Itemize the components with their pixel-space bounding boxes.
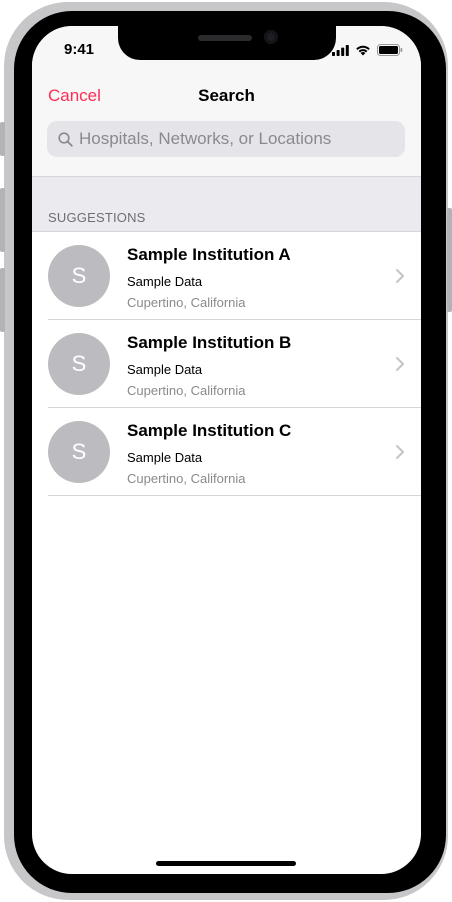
navigation-bar: Search Cancel	[32, 74, 421, 176]
speaker-grille	[198, 35, 252, 41]
avatar: S	[48, 245, 110, 307]
battery-icon	[377, 43, 403, 61]
section-header-label: SUGGESTIONS	[48, 210, 146, 225]
search-icon	[57, 131, 73, 147]
side-button	[447, 208, 452, 312]
institution-name: Sample Institution A	[127, 245, 291, 264]
avatar: S	[48, 421, 110, 483]
chevron-right-icon	[395, 268, 405, 284]
chevron-right-icon	[395, 356, 405, 372]
wifi-icon	[355, 43, 371, 61]
volume-down-button	[0, 268, 5, 332]
notch	[118, 26, 336, 60]
institution-location: Cupertino, California	[127, 471, 246, 486]
institution-name: Sample Institution C	[127, 421, 292, 440]
institution-subtitle: Sample Data	[127, 450, 203, 465]
institution-location: Cupertino, California	[127, 295, 246, 310]
chevron-right-icon	[395, 444, 405, 460]
institution-subtitle: Sample Data	[127, 362, 203, 377]
cancel-button[interactable]: Cancel	[48, 86, 101, 106]
list-item[interactable]: S Sample Institution B Sample Data Cuper…	[32, 320, 421, 408]
search-input[interactable]	[79, 129, 399, 149]
list-item[interactable]: S Sample Institution A Sample Data Cuper…	[32, 232, 421, 320]
institution-name: Sample Institution B	[127, 333, 292, 352]
list-item[interactable]: S Sample Institution C Sample Data Cuper…	[32, 408, 421, 496]
status-icons	[332, 43, 403, 61]
volume-up-button	[0, 188, 5, 252]
avatar: S	[48, 333, 110, 395]
screen: 9:41 Search Cancel Hospitals, Networks, …	[32, 26, 421, 874]
status-time: 9:41	[64, 41, 95, 58]
row-divider	[48, 495, 421, 496]
institution-subtitle: Sample Data	[127, 274, 203, 289]
home-indicator[interactable]	[156, 861, 296, 866]
suggestions-list: S Sample Institution A Sample Data Cuper…	[32, 231, 421, 496]
section-header: SUGGESTIONS	[32, 176, 421, 231]
institution-location: Cupertino, California	[127, 383, 246, 398]
front-camera	[264, 30, 278, 44]
silent-switch	[0, 122, 5, 156]
search-field[interactable]	[47, 121, 405, 157]
